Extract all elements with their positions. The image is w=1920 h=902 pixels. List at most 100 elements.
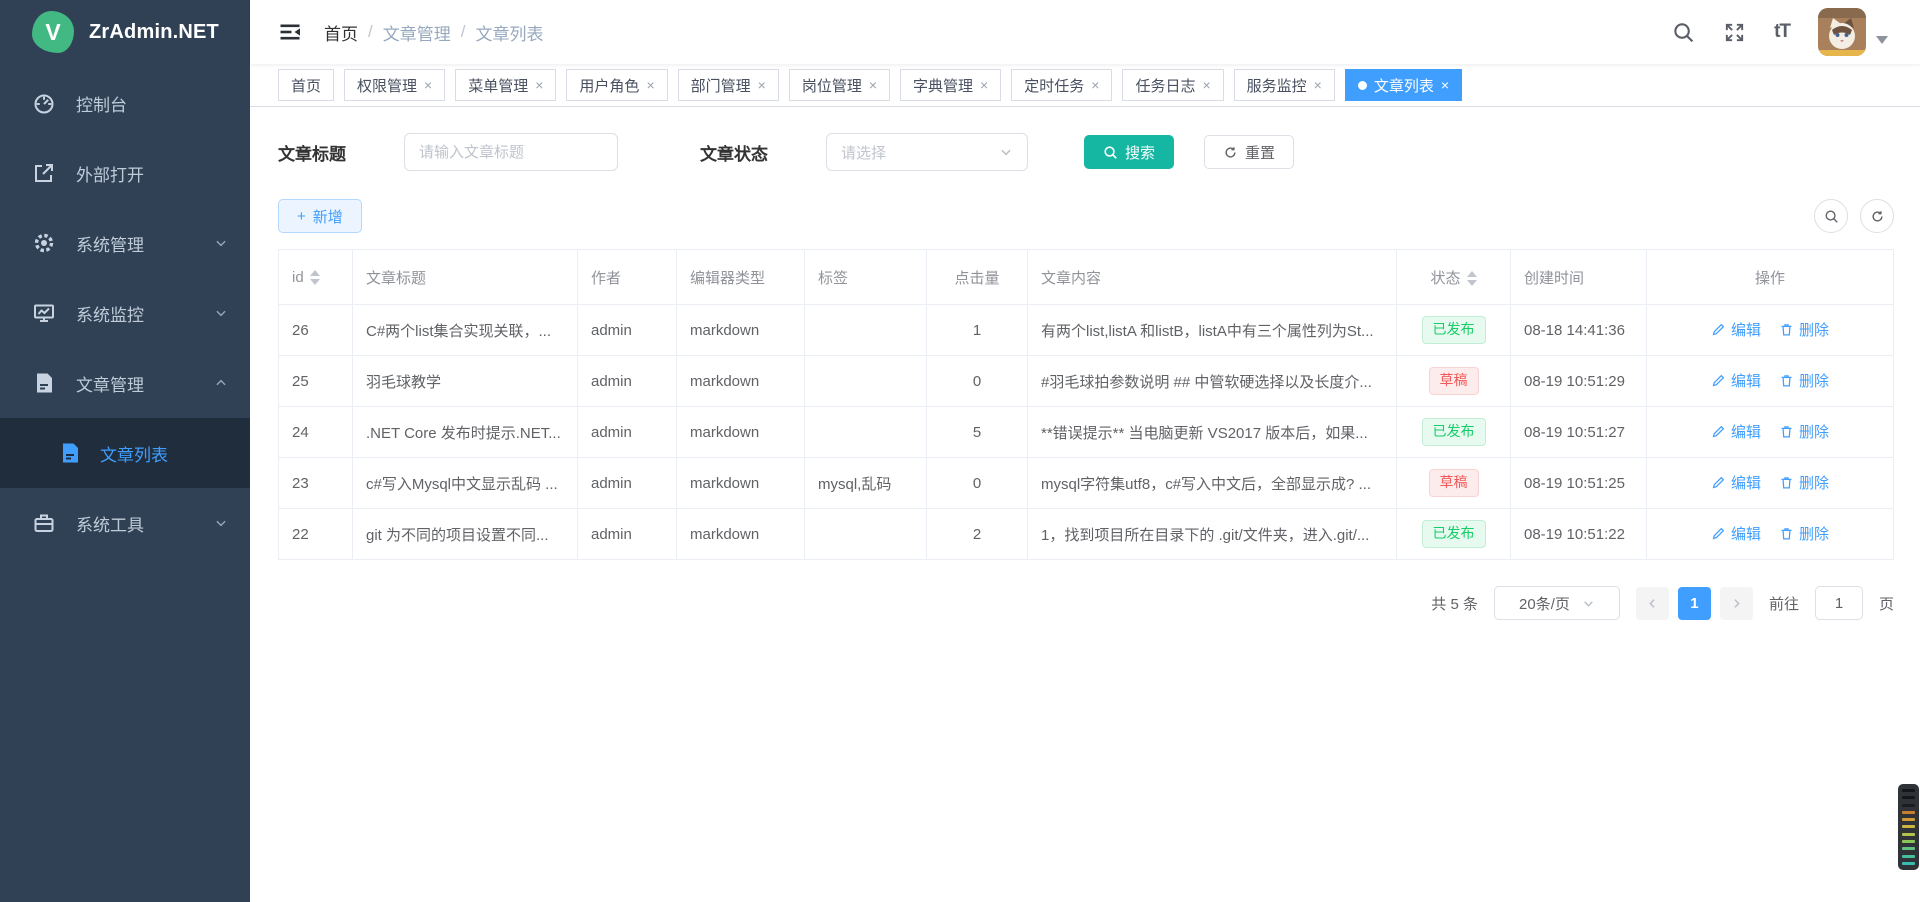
close-icon[interactable]: × (758, 78, 766, 92)
breadcrumb-item-home[interactable]: 首页 (324, 20, 358, 45)
avatar[interactable] (1818, 8, 1866, 56)
external-link-icon (32, 161, 56, 185)
close-icon[interactable]: × (1314, 78, 1322, 92)
cell-actions: 编辑删除 (1647, 356, 1894, 407)
tab-cron-task[interactable]: 定时任务 × (1011, 69, 1112, 101)
cell-editor: markdown (677, 356, 805, 407)
sort-icon[interactable] (310, 270, 320, 285)
cell-status: 草稿 (1397, 356, 1511, 407)
tab-label: 权限管理 (357, 75, 417, 96)
tab-department[interactable]: 部门管理 × (678, 69, 779, 101)
app-logo[interactable]: V ZrAdmin.NET (0, 0, 250, 64)
cell-id: 26 (279, 305, 353, 356)
delete-button[interactable]: 删除 (1779, 523, 1829, 544)
cell-id: 24 (279, 407, 353, 458)
tab-post-admin[interactable]: 岗位管理 × (789, 69, 890, 101)
edit-button[interactable]: 编辑 (1711, 421, 1761, 442)
sidebar-item-label: 系统工具 (76, 511, 144, 536)
tab-home[interactable]: 首页 (278, 69, 334, 101)
tab-article-list[interactable]: 文章列表 × (1345, 69, 1462, 101)
sidebar-item-system-monitor[interactable]: 系统监控 (0, 278, 250, 348)
sidebar-item-external-open[interactable]: 外部打开 (0, 138, 250, 208)
sidebar-item-article-admin[interactable]: 文章管理 (0, 348, 250, 418)
sidebar-item-article-list[interactable]: 文章列表 (0, 418, 250, 488)
cell-editor: markdown (677, 305, 805, 356)
table-header-row: id 文章标题 作者 编辑器类型 标签 点击量 文章内容 状态 创建时间 操作 (279, 250, 1894, 305)
add-button[interactable]: + 新增 (278, 199, 362, 233)
chevron-up-icon (214, 376, 228, 390)
cell-tags (805, 356, 927, 407)
sort-icon[interactable] (1467, 271, 1477, 286)
article-title-input[interactable] (404, 133, 618, 171)
close-icon[interactable]: × (980, 78, 988, 92)
cell-content: **错误提示** 当电脑更新 VS2017 版本后，如果... (1028, 407, 1397, 458)
table-row: 26 C#两个list集合实现关联，... admin markdown 1 有… (279, 305, 1894, 356)
toggle-search-icon[interactable] (1814, 199, 1848, 233)
cell-clicks: 0 (927, 356, 1028, 407)
article-status-select[interactable]: 请选择 (826, 133, 1028, 171)
column-header-created: 创建时间 (1511, 250, 1647, 305)
font-size-icon[interactable]: tT (1774, 21, 1790, 43)
delete-button[interactable]: 删除 (1779, 319, 1829, 340)
sidebar-item-label: 外部打开 (76, 161, 144, 186)
tab-permission[interactable]: 权限管理 × (344, 69, 445, 101)
fullscreen-icon[interactable] (1723, 21, 1746, 44)
top-bar: 首页 / 文章管理 / 文章列表 tT (250, 0, 1920, 64)
breadcrumb-item-article-admin[interactable]: 文章管理 (383, 20, 451, 45)
delete-button[interactable]: 删除 (1779, 472, 1829, 493)
page-size-value: 20条/页 (1519, 593, 1570, 614)
tab-user-role[interactable]: 用户角色 × (566, 69, 667, 101)
status-badge: 已发布 (1422, 418, 1486, 445)
close-icon[interactable]: × (646, 78, 654, 92)
sidebar-item-system-admin[interactable]: 系统管理 (0, 208, 250, 278)
cell-editor: markdown (677, 509, 805, 560)
close-icon[interactable]: × (424, 78, 432, 92)
tab-dict-admin[interactable]: 字典管理 × (900, 69, 1001, 101)
article-title-label: 文章标题 (278, 140, 346, 165)
edit-button[interactable]: 编辑 (1711, 319, 1761, 340)
sidebar-item-dashboard[interactable]: 控制台 (0, 68, 250, 138)
prev-page-button[interactable] (1636, 587, 1669, 620)
cell-content: 1，找到项目所在目录下的 .git/文件夹，进入.git/... (1028, 509, 1397, 560)
edit-button[interactable]: 编辑 (1711, 472, 1761, 493)
next-page-button[interactable] (1720, 587, 1753, 620)
close-icon[interactable]: × (869, 78, 877, 92)
goto-page-input[interactable] (1815, 586, 1863, 620)
close-icon[interactable]: × (535, 78, 543, 92)
column-header-status[interactable]: 状态 (1397, 250, 1511, 305)
sidebar-collapse-icon[interactable] (250, 20, 324, 44)
tab-service-monitor[interactable]: 服务监控 × (1234, 69, 1335, 101)
sidebar-item-label: 控制台 (76, 91, 127, 116)
close-icon[interactable]: × (1202, 78, 1210, 92)
sidebar-item-label: 系统管理 (76, 231, 144, 256)
tab-task-log[interactable]: 任务日志 × (1122, 69, 1223, 101)
tab-menu-admin[interactable]: 菜单管理 × (455, 69, 556, 101)
edit-button[interactable]: 编辑 (1711, 370, 1761, 391)
cell-author: admin (578, 407, 677, 458)
active-dot (1358, 81, 1367, 90)
cell-actions: 编辑删除 (1647, 509, 1894, 560)
page-size-select[interactable]: 20条/页 (1494, 586, 1620, 620)
top-bar-actions: tT (1672, 8, 1920, 56)
delete-button[interactable]: 删除 (1779, 421, 1829, 442)
close-icon[interactable]: × (1441, 78, 1449, 92)
table-tools (1814, 199, 1894, 233)
search-icon[interactable] (1672, 21, 1695, 44)
cell-created: 08-19 10:51:27 (1511, 407, 1647, 458)
breadcrumb-separator: / (461, 22, 466, 42)
search-button[interactable]: 搜索 (1084, 135, 1174, 169)
refresh-icon[interactable] (1860, 199, 1894, 233)
sidebar-item-label: 文章列表 (100, 441, 168, 466)
sidebar-item-system-tools[interactable]: 系统工具 (0, 488, 250, 558)
table-row: 25 羽毛球教学 admin markdown 0 #羽毛球拍参数说明 ## 中… (279, 356, 1894, 407)
column-header-id[interactable]: id (279, 250, 353, 305)
close-icon[interactable]: × (1091, 78, 1099, 92)
user-menu[interactable] (1818, 8, 1888, 56)
pager: 1 (1636, 587, 1753, 620)
page-number-button[interactable]: 1 (1678, 587, 1711, 620)
edit-button[interactable]: 编辑 (1711, 523, 1761, 544)
delete-button[interactable]: 删除 (1779, 370, 1829, 391)
reset-button[interactable]: 重置 (1204, 135, 1294, 169)
cell-created: 08-19 10:51:22 (1511, 509, 1647, 560)
add-button-label: 新增 (313, 206, 343, 227)
